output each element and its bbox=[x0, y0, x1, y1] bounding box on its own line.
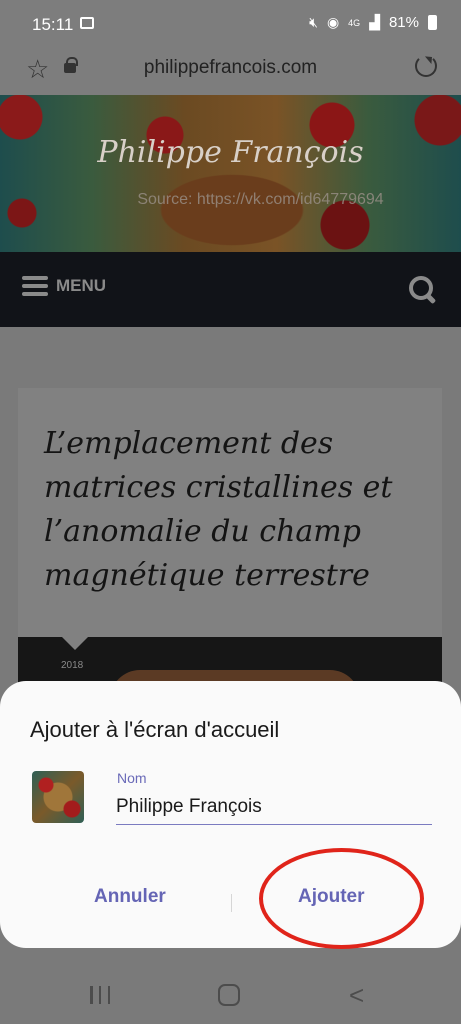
status-bar: 15:11 🔇︎ ◉ 4G ▟ 81% bbox=[0, 0, 461, 50]
hamburger-icon bbox=[22, 276, 48, 296]
home-icon[interactable] bbox=[218, 984, 240, 1006]
cancel-button[interactable]: Annuler bbox=[94, 886, 166, 908]
url-text[interactable]: philippefrancois.com bbox=[0, 57, 461, 79]
app-icon bbox=[32, 771, 84, 823]
recent-apps-icon[interactable] bbox=[90, 986, 110, 1004]
menu-label: MENU bbox=[56, 276, 107, 295]
reload-icon[interactable] bbox=[415, 55, 437, 77]
battery-icon bbox=[428, 15, 437, 30]
banner-source-watermark: Source: https://vk.com/id64779694 bbox=[137, 191, 384, 208]
status-icons: 🔇︎ ◉ 4G ▟ 81% bbox=[309, 14, 437, 31]
article-year: 2018 bbox=[61, 660, 84, 671]
menu-button[interactable]: MENU bbox=[22, 276, 106, 296]
search-icon[interactable] bbox=[409, 276, 437, 304]
site-title[interactable]: Philippe François bbox=[0, 135, 461, 170]
hotspot-icon: ◉ bbox=[326, 14, 340, 30]
back-icon[interactable]: < bbox=[349, 980, 364, 1011]
name-field-label: Nom bbox=[117, 770, 147, 786]
system-nav-bar: < bbox=[0, 960, 461, 1024]
mute-icon: 🔇︎ bbox=[309, 14, 318, 30]
image-icon bbox=[80, 17, 94, 29]
site-nav: MENU bbox=[0, 252, 461, 327]
network-type: 4G bbox=[348, 17, 361, 28]
name-input[interactable] bbox=[116, 789, 432, 825]
highlight-circle-annotation bbox=[259, 848, 424, 949]
signal-icon: ▟ bbox=[369, 14, 380, 30]
dialog-title: Ajouter à l'écran d'accueil bbox=[30, 717, 280, 742]
battery-percent: 81% bbox=[388, 14, 419, 31]
site-banner[interactable]: Philippe François Source: https://vk.com… bbox=[0, 95, 461, 252]
status-time: 15:11 bbox=[32, 15, 74, 34]
browser-url-bar: ☆ philippefrancois.com bbox=[0, 50, 461, 95]
article-title[interactable]: L’emplacement des matrices cristallines … bbox=[44, 422, 434, 598]
button-divider bbox=[231, 894, 232, 912]
